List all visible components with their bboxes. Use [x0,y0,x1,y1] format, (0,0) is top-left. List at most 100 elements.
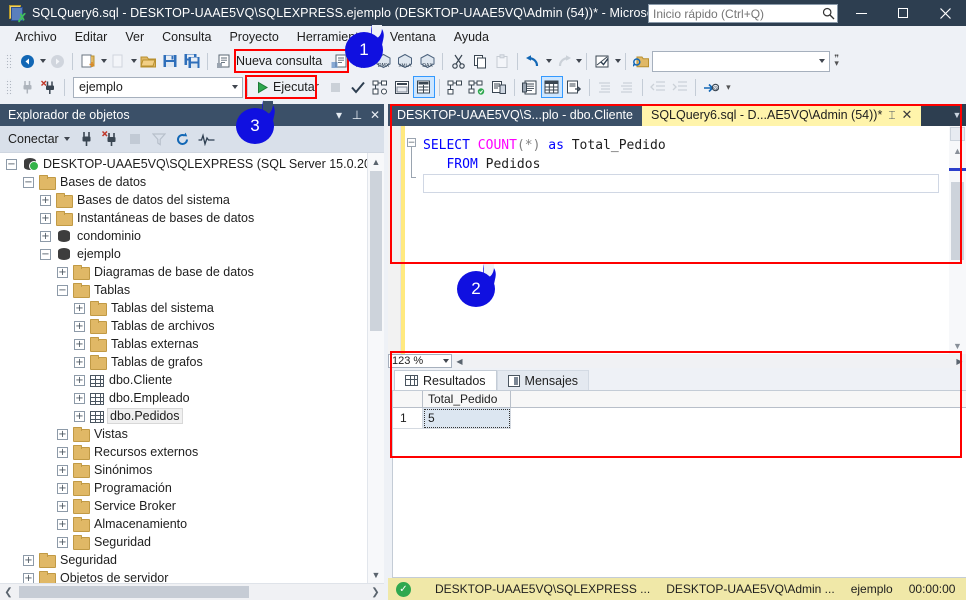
tab-list-dropdown-icon[interactable]: ▼ [948,104,966,126]
connect-plug-icon[interactable] [16,76,38,98]
expand-icon[interactable]: + [40,230,51,242]
tree-node[interactable]: + Diagramas de base de datos [0,263,367,281]
expand-icon[interactable]: + [57,500,68,512]
scrollbar-thumb[interactable] [951,182,964,260]
tab-resultados[interactable]: Resultados [394,370,497,390]
editor-current-line[interactable] [423,174,939,193]
tree-node[interactable]: + Objetos de servidor [0,569,367,583]
scroll-left-arrow-icon[interactable]: ❮ [0,587,17,598]
menu-consulta[interactable]: Consulta [153,28,220,46]
database-combo[interactable]: ejemplo [73,76,243,98]
object-explorer-tree[interactable]: − DESKTOP-UAAE5VQ\SQLEXPRESS (SQL Server … [0,152,384,583]
tree-node[interactable]: + Seguridad [0,533,367,551]
collapse-icon[interactable]: − [40,248,51,260]
expand-icon[interactable]: + [57,536,68,548]
checkbox-dropdown-icon[interactable] [615,59,622,63]
tree-node[interactable]: + Sinónimos [0,461,367,479]
expand-icon[interactable]: + [57,482,68,494]
decrease-indent-icon[interactable] [647,76,669,98]
minimize-button[interactable] [840,0,882,26]
editor-vertical-scrollbar[interactable]: ▲ ▼ [949,126,966,354]
redo-icon[interactable] [552,50,574,72]
stop-icon[interactable] [325,76,347,98]
uncomment-lines-icon[interactable] [616,76,638,98]
grid-column-header[interactable]: Total_Pedido [423,391,511,407]
tree-node[interactable]: + Recursos externos [0,443,367,461]
scroll-right-arrow-icon[interactable]: ❯ [367,587,384,598]
tree-node[interactable]: + Tablas de archivos [0,317,367,335]
filter-icon[interactable] [148,128,170,150]
tree-node[interactable]: + dbo.Pedidos [0,407,367,425]
toolbar-overflow-button-2[interactable]: ▾ [722,82,734,91]
refresh-icon[interactable] [172,128,194,150]
find-combo[interactable] [652,50,831,72]
open-file-icon[interactable] [137,50,159,72]
editor-horizontal-scrollbar[interactable]: ◀ ▶ [453,354,966,368]
tab-sqlquery6[interactable]: SQLQuery6.sql - D...AE5VQ\Admin (54))* ⌶… [641,104,922,126]
new-dax-query-icon[interactable]: DAX [416,50,438,72]
new-query-button[interactable]: Nueva consulta [212,50,328,72]
connect-button[interactable]: Conectar [8,132,74,146]
comment-lines-icon[interactable] [594,76,616,98]
grid-corner-cell[interactable] [393,391,423,407]
panel-pin-icon[interactable]: ⊥ [348,108,366,122]
redo-dropdown-icon[interactable] [576,59,583,63]
tree-node[interactable]: + Tablas externas [0,335,367,353]
undo-icon[interactable] [522,50,544,72]
results-to-file-icon[interactable] [563,76,585,98]
panel-dropdown-icon[interactable]: ▾ [330,108,348,122]
tree-node[interactable]: + Programación [0,479,367,497]
hscrollbar-thumb[interactable] [19,586,249,598]
scroll-up-arrow-icon[interactable]: ▲ [949,142,966,159]
new-item-icon[interactable] [107,50,129,72]
quick-launch-box[interactable] [648,4,838,23]
tree-node[interactable]: − Bases de datos [0,173,367,191]
results-to-grid-icon[interactable] [412,76,435,98]
connect-plug-icon[interactable] [76,128,98,150]
paste-icon[interactable] [491,50,513,72]
expand-icon[interactable]: + [57,518,68,530]
expand-icon[interactable]: + [74,356,85,368]
expand-icon[interactable]: + [74,320,85,332]
scroll-left-arrow-icon[interactable]: ◀ [453,354,466,368]
toolbar-overflow-button[interactable]: ❞ ▾ [830,54,842,68]
panel-close-icon[interactable]: ✕ [366,108,384,122]
new-xmla-query-icon[interactable]: XMLA [394,50,416,72]
checkbox-tool-icon[interactable] [591,50,613,72]
pin-icon[interactable]: ⌶ [888,108,895,123]
collapse-icon[interactable]: − [6,158,17,170]
folder-search-icon[interactable] [630,50,652,72]
editor-code-text[interactable]: SELECT COUNT(*) as Total_Pedido FROM Ped… [419,126,949,354]
menu-ventana[interactable]: Ventana [381,28,445,46]
tree-node[interactable]: + dbo.Cliente [0,371,367,389]
collapse-icon[interactable]: − [23,176,34,188]
results-grid[interactable]: Total_Pedido 1 5 [392,390,966,578]
save-icon[interactable] [159,50,181,72]
grid-row-number[interactable]: 1 [393,408,423,429]
scroll-down-arrow-icon[interactable]: ▼ [949,337,966,354]
close-icon[interactable]: ✕ [902,107,913,123]
collapse-icon[interactable]: − [57,284,68,296]
chevron-down-icon[interactable] [226,85,242,89]
tree-node[interactable]: + Vistas [0,425,367,443]
increase-indent-icon[interactable] [669,76,691,98]
tree-node[interactable]: + Tablas de grafos [0,353,367,371]
tree-horizontal-scrollbar[interactable]: ❮ ❯ [0,583,384,600]
expand-icon[interactable]: + [74,410,85,422]
expand-icon[interactable]: + [57,446,68,458]
expand-icon[interactable]: + [40,212,51,224]
expand-icon[interactable]: + [40,194,51,206]
toolbar-grip-2[interactable] [5,79,13,95]
tree-node[interactable]: − Tablas [0,281,367,299]
fold-collapse-icon[interactable]: − [407,138,416,147]
quick-launch-input[interactable] [649,5,819,22]
tree-node[interactable]: + Almacenamiento [0,515,367,533]
new-project-icon[interactable] [77,50,99,72]
editor-zoom-combo[interactable]: 123 % [388,354,452,368]
tree-node[interactable]: + Seguridad [0,551,367,569]
sql-editor[interactable]: − SELECT COUNT(*) as Total_Pedido FROM P… [388,126,966,354]
editor-fold-margin[interactable]: − [405,126,419,354]
tree-node[interactable]: + Tablas del sistema [0,299,367,317]
toolbar-grip[interactable] [5,53,13,69]
query-options-icon[interactable] [391,76,413,98]
